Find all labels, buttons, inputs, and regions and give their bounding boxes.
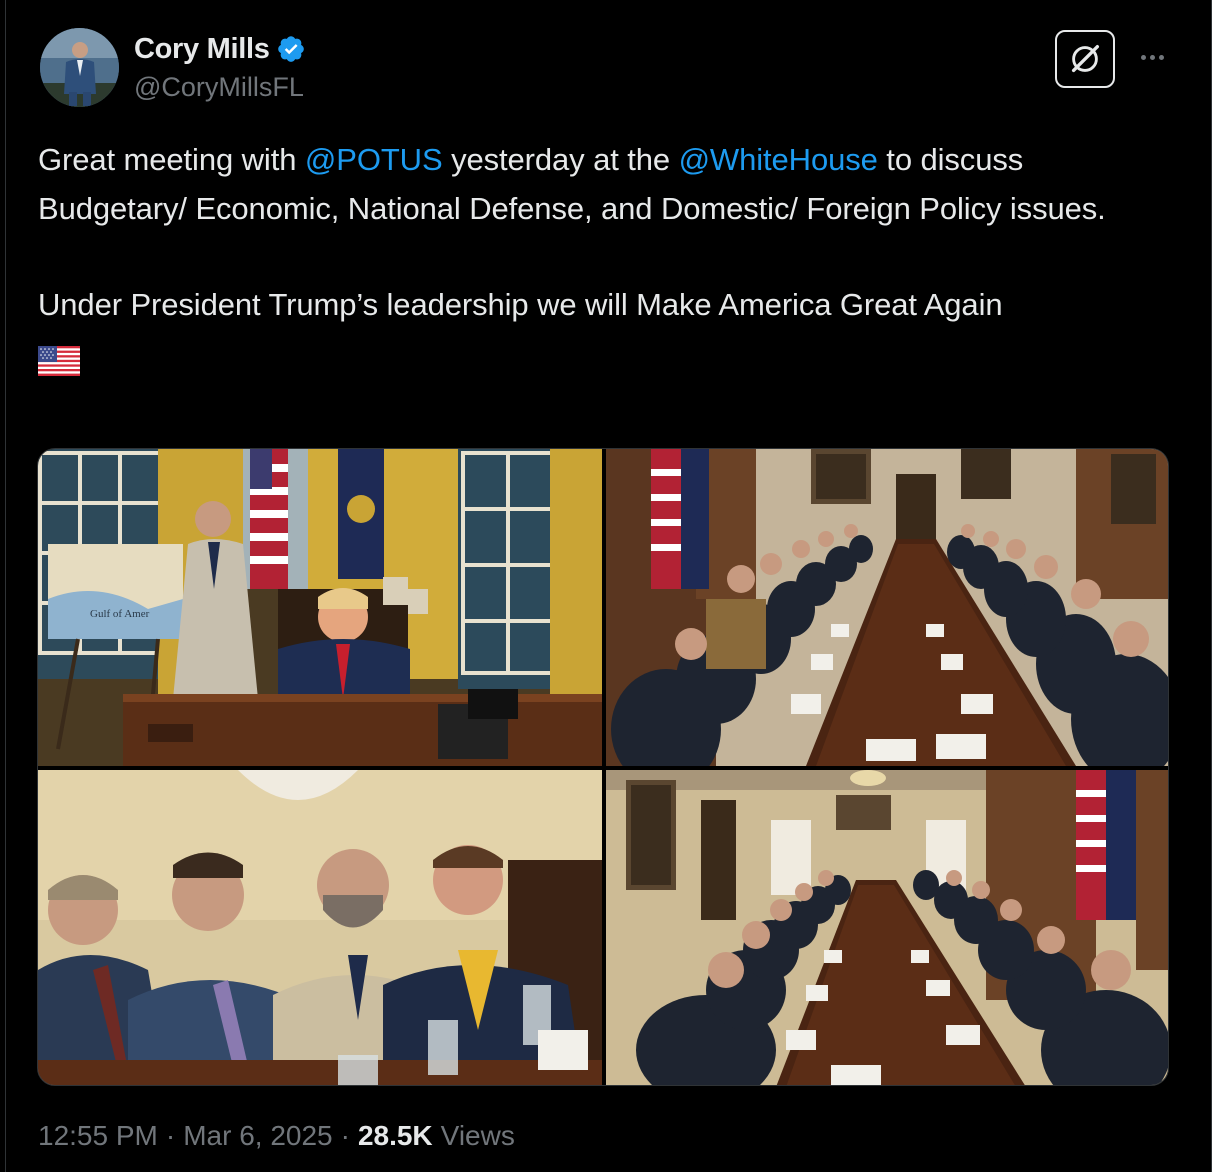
author-display-name[interactable]: Cory Mills (134, 33, 270, 66)
map-label: Gulf of Amer (90, 608, 150, 620)
media-grid: Gulf of Amer (37, 448, 1169, 1086)
grok-button[interactable] (1055, 30, 1115, 88)
views-label: Views (440, 1120, 515, 1151)
tweet-text-segment: Great meeting with (38, 142, 305, 177)
tweet-paragraph-1: Great meeting with @POTUS yesterday at t… (38, 136, 1178, 233)
cabinet-room-photo-1[interactable] (606, 449, 1168, 766)
tweet-text-segment: Under President Trump’s leadership we wi… (38, 287, 1003, 322)
tweet-time[interactable]: 12:55 PM (38, 1120, 158, 1152)
tweet-text: Great meeting with @POTUS yesterday at t… (38, 136, 1178, 378)
attendees-closeup-photo[interactable] (38, 770, 602, 1085)
grok-icon (1071, 44, 1100, 73)
mention-whitehouse-link[interactable]: @WhiteHouse (679, 142, 878, 177)
author-handle[interactable]: @CoryMillsFL (134, 72, 304, 103)
us-flag-emoji-icon (38, 342, 80, 377)
oval-office-photo[interactable]: Gulf of Amer (38, 449, 602, 766)
verified-badge-icon[interactable] (276, 34, 306, 64)
author-avatar[interactable] (40, 28, 119, 107)
mention-potus-link[interactable]: @POTUS (305, 142, 443, 177)
views-count[interactable]: 28.5K (358, 1120, 433, 1152)
tweet-paragraph-2: Under President Trump’s leadership we wi… (38, 281, 1178, 330)
tweet-paragraph-3 (38, 330, 1178, 379)
tweet-date[interactable]: Mar 6, 2025 (183, 1120, 332, 1152)
tweet-meta: 12:55 PM · Mar 6, 2025 · 28.5K Views (38, 1120, 515, 1152)
meta-separator: · (340, 1120, 350, 1151)
tweet-text-segment: yesterday at the (442, 142, 679, 177)
meta-separator: · (165, 1120, 176, 1151)
author-name-row[interactable]: Cory Mills (134, 30, 306, 68)
cabinet-room-photo-2[interactable] (606, 770, 1168, 1085)
more-options-icon[interactable] (1132, 42, 1172, 72)
